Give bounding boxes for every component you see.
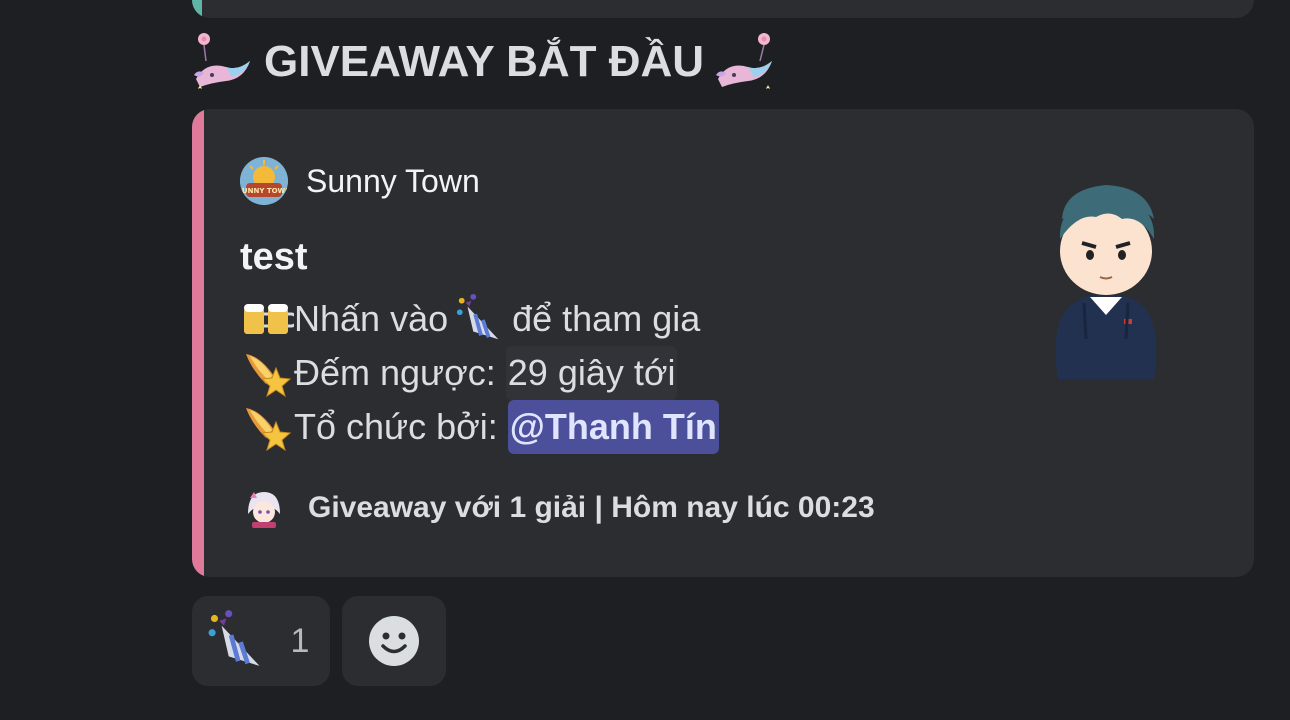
host-label: Tổ chức bởi:: [294, 406, 498, 447]
reaction-bar: 1: [192, 596, 446, 686]
anime-girl-avatar: [240, 484, 288, 532]
join-suffix: để tham gia: [512, 298, 701, 339]
join-instruction-line: Nhấn vào để tham gia: [240, 292, 719, 346]
heading-title: GIVEAWAY BẮT ĐẦU: [264, 37, 705, 86]
beer-mugs-icon: [244, 304, 294, 334]
shooting-star-icon: [246, 408, 292, 452]
embed-title: test: [240, 236, 308, 278]
party-popper-icon: [208, 610, 260, 666]
shooting-star-icon: [246, 354, 292, 398]
host-line: Tổ chức bởi: @Thanh Tín: [240, 400, 719, 454]
sunny-town-logo: SUNNY TOWN: [240, 157, 288, 205]
discord-message-view: GIVEAWAY BẮT ĐẦU UNNY TOW Sunny Town tes…: [0, 0, 1290, 720]
previous-embed: [192, 0, 1254, 18]
countdown-line: Đếm ngược: 29 giây tới: [240, 346, 719, 400]
avatar-boy-hoodie[interactable]: [1044, 179, 1168, 387]
countdown-timestamp[interactable]: 29 giây tới: [505, 346, 678, 400]
fairy-whale-icon: [716, 33, 773, 89]
party-reaction-button[interactable]: 1: [192, 596, 330, 686]
message-heading: GIVEAWAY BẮT ĐẦU: [192, 30, 776, 94]
embed-accent-bar: [192, 109, 204, 577]
add-reaction-icon: [369, 616, 419, 666]
previous-embed-accent: [192, 0, 202, 18]
giveaway-embed: SUNNY TOWN Sunny Town test Nhấn vào: [192, 109, 1254, 577]
embed-description: Nhấn vào để tham gia Đếm ngược: 29 giây …: [240, 292, 719, 454]
sun-icon: SUNNY TOWN: [240, 157, 288, 205]
author-name[interactable]: Sunny Town: [306, 163, 480, 200]
host-mention[interactable]: @Thanh Tín: [507, 400, 719, 454]
embed-author[interactable]: SUNNY TOWN Sunny Town: [240, 157, 480, 205]
join-prefix: Nhấn vào: [294, 298, 449, 339]
author-icon-text: SUNNY TOWN: [240, 187, 288, 195]
add-reaction-button[interactable]: [342, 596, 446, 686]
party-popper-icon: [456, 293, 499, 340]
reaction-count: 1: [290, 621, 310, 660]
countdown-label: Đếm ngược:: [294, 352, 496, 393]
footer-text: Giveaway với 1 giải | Hôm nay lúc 00:23: [308, 491, 875, 524]
fairy-whale-icon: [194, 33, 250, 89]
embed-footer: Giveaway với 1 giải | Hôm nay lúc 00:23: [240, 484, 875, 532]
